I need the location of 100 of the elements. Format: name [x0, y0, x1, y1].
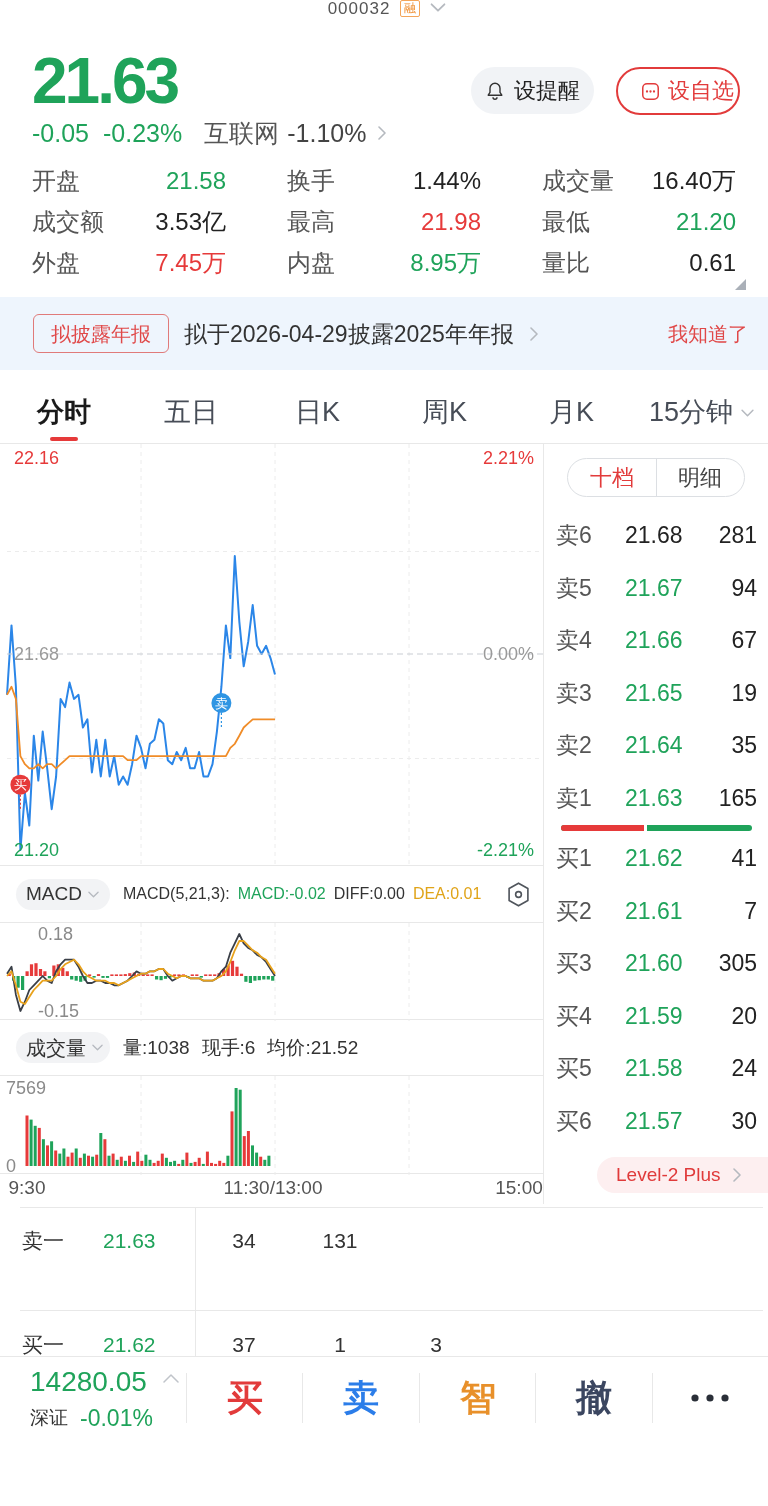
order-price: 21.67: [625, 573, 684, 602]
volume-readout: 量:1038: [123, 1036, 190, 1059]
volume-readout: 现手:6: [201, 1036, 256, 1059]
order-level: 买5: [556, 1054, 593, 1083]
chevron-up-icon[interactable]: [162, 1373, 179, 1383]
price-alert-button[interactable]: 设提醒: [471, 67, 594, 114]
last-price: 21.63: [32, 49, 179, 113]
trade-label: 卖一: [22, 1228, 65, 1254]
settings-icon[interactable]: [507, 881, 530, 907]
add-watchlist-button[interactable]: 设自选: [616, 67, 740, 115]
index-name: 深证: [30, 1406, 68, 1430]
order-price: 21.57: [625, 1106, 684, 1135]
stat-label: 成交额: [32, 207, 104, 236]
macd-readout: MACD(5,21,3):: [123, 884, 230, 904]
macd-readout: DEA:0.01: [412, 884, 482, 904]
chevron-down-icon[interactable]: [430, 3, 447, 12]
order-level: 卖1: [556, 783, 593, 812]
order-level: 买3: [556, 949, 593, 978]
percent-axis-label: -2.21%: [476, 840, 534, 860]
stat-label: 最高: [287, 207, 335, 236]
order-price: 21.60: [625, 949, 684, 978]
stat-label: 量比: [542, 248, 590, 277]
order-volume: 19: [730, 678, 757, 707]
chart-tab[interactable]: 月K: [508, 380, 635, 443]
volume-readout: 均价:21.52: [267, 1036, 359, 1059]
stat-label: 内盘: [287, 248, 335, 277]
chart-tab[interactable]: 分时: [0, 380, 127, 443]
cancel-order-button[interactable]: 撤: [536, 1373, 652, 1423]
volume-axis-label: 0: [6, 1158, 16, 1174]
trade-cell-text: 131: [321, 1228, 359, 1254]
order-volume: 281: [717, 521, 757, 550]
macd-axis-label: -0.15: [38, 1002, 80, 1020]
order-level: 买2: [556, 896, 593, 925]
sector-change: -1.10%: [287, 118, 367, 148]
sell-button[interactable]: 卖: [303, 1373, 419, 1423]
dots-square-icon: [642, 82, 659, 100]
stat-value: 3.53亿: [155, 207, 226, 236]
stat-value: 21.58: [165, 166, 226, 195]
chevron-right-icon[interactable]: [529, 326, 538, 341]
notice-tag[interactable]: 拟披露年报: [33, 314, 169, 353]
stat-value: 16.40万: [651, 166, 736, 195]
order-volume: 30: [730, 1106, 757, 1135]
chevron-right-icon[interactable]: [378, 126, 387, 140]
order-price: 21.58: [625, 1054, 684, 1083]
percent-axis-label: 0.00%: [482, 644, 534, 664]
order-level: 卖6: [556, 521, 593, 550]
stat-value: 21.98: [420, 207, 481, 236]
stat-label: 成交量: [542, 166, 614, 195]
order-price: 21.61: [625, 896, 684, 925]
sector-name[interactable]: 互联网: [204, 118, 280, 148]
corner-triangle-icon[interactable]: [735, 279, 746, 290]
order-level: 买1: [556, 844, 593, 873]
order-volume: 7: [743, 896, 757, 925]
order-level: 卖4: [556, 626, 593, 655]
macd-readout: DIFF:0.00: [333, 884, 405, 904]
order-price: 21.66: [625, 626, 684, 655]
chevron-down-icon: [741, 409, 754, 417]
order-level: 卖5: [556, 573, 593, 602]
chart-tab[interactable]: 五日: [127, 380, 254, 443]
stock-code: 000032: [327, 0, 391, 17]
order-price: 21.64: [625, 731, 684, 760]
buy-button[interactable]: 买: [187, 1373, 303, 1423]
order-volume: 67: [730, 626, 757, 655]
stat-value: 21.20: [675, 207, 736, 236]
trade-cell-text: 3: [429, 1332, 443, 1356]
order-price: 21.65: [625, 678, 684, 707]
stat-value: 1.44%: [412, 166, 481, 195]
stat-value: 8.95万: [410, 248, 481, 277]
book-mode-tab[interactable]: 十档: [568, 459, 656, 496]
bell-icon: [487, 81, 503, 100]
more-icon: [691, 1394, 730, 1402]
book-mode-tab[interactable]: 明细: [655, 459, 744, 496]
chart-tab[interactable]: 15分钟: [635, 380, 768, 443]
order-level: 买6: [556, 1106, 593, 1135]
order-level: 买4: [556, 1001, 593, 1030]
time-axis-label: 9:30: [8, 1177, 46, 1199]
trade-cell-text: 1: [333, 1332, 347, 1356]
level2-upgrade-button[interactable]: Level-2 Plus: [597, 1157, 768, 1193]
trade-cell-text: 37: [231, 1332, 257, 1356]
trade-label: 买一: [22, 1332, 65, 1356]
order-volume: 305: [717, 949, 757, 978]
dismiss-link[interactable]: 我知道了: [668, 321, 748, 346]
chart-tab[interactable]: 日K: [254, 380, 381, 443]
volume-axis-label: 7569: [6, 1080, 47, 1096]
indicator-dropdown[interactable]: MACD: [16, 878, 110, 910]
order-price: 21.59: [625, 1001, 684, 1030]
order-volume: 165: [717, 783, 757, 812]
price-axis-label: 22.16: [14, 448, 60, 468]
macd-axis-label: 0.18: [38, 925, 74, 943]
chevron-right-icon: [732, 1168, 741, 1182]
chart-tab[interactable]: 周K: [381, 380, 508, 443]
order-level: 卖2: [556, 731, 593, 760]
indicator-dropdown[interactable]: 成交量: [16, 1032, 110, 1063]
order-level: 卖3: [556, 678, 593, 707]
notice-text[interactable]: 拟于2026-04-29披露2025年年报: [184, 319, 514, 348]
price-axis-label: 21.20: [14, 840, 60, 860]
trade-price: 21.62: [103, 1332, 156, 1356]
tab-indicator: [49, 437, 78, 441]
percent-axis-label: 2.21%: [482, 448, 534, 468]
order-volume: 41: [730, 844, 757, 873]
